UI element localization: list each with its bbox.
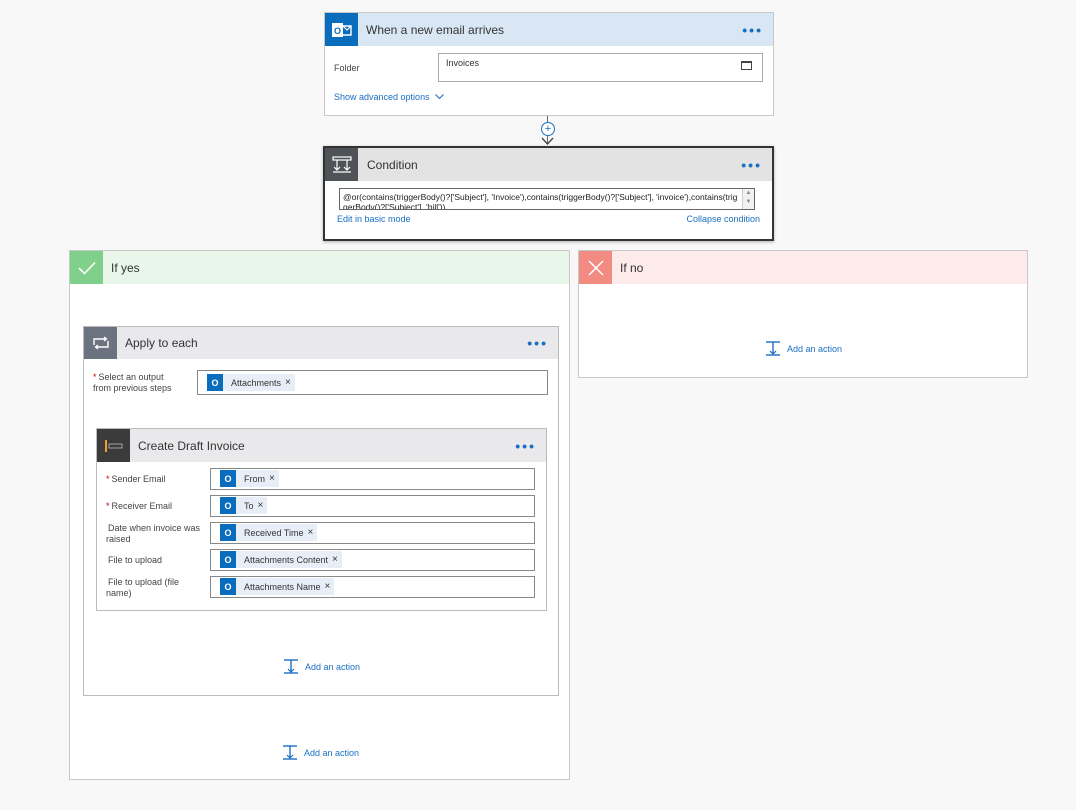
if-yes-branch: If yes Apply to each ••• * Select an outp… (69, 250, 570, 780)
outlook-icon: O (220, 470, 236, 487)
select-output-text: Select an output from previous steps (93, 372, 172, 393)
apply-each-card: Apply to each ••• * Select an output from… (83, 326, 559, 696)
draft-invoice-more-button[interactable]: ••• (515, 438, 536, 454)
token-label: To (244, 500, 254, 511)
folder-value: Invoices (446, 58, 480, 68)
condition-more-button[interactable]: ••• (741, 157, 762, 173)
outlook-icon: O (220, 551, 236, 568)
outlook-icon: O (220, 524, 236, 541)
file-name-field[interactable]: O Attachments Name × (210, 576, 535, 598)
condition-title: Condition (367, 157, 418, 172)
if-no-branch: If no Add an action (578, 250, 1028, 378)
add-action-label: Add an action (787, 343, 843, 354)
outlook-icon: O (220, 578, 236, 595)
token-label: Received Time (244, 527, 304, 538)
file-upload-label: File to upload (106, 555, 206, 566)
field-label: Sender Email (111, 474, 166, 484)
check-icon (70, 251, 103, 284)
required-marker: * (106, 474, 110, 484)
insert-step-button[interactable]: + (541, 122, 555, 136)
file-upload-field[interactable]: O Attachments Content × (210, 549, 535, 571)
apply-each-add-action-button[interactable]: Add an action (283, 659, 360, 674)
add-action-label: Add an action (305, 661, 361, 672)
chevron-down-icon (435, 94, 444, 100)
add-action-icon (766, 341, 780, 356)
to-token[interactable]: O To × (220, 497, 268, 514)
field-label: File to upload (file name) (106, 577, 180, 598)
condition-card: Condition ••• @or(contains(triggerBody()… (323, 146, 774, 241)
cross-icon (579, 251, 612, 284)
attachments-token[interactable]: O Attachments × (207, 374, 295, 391)
if-no-header[interactable]: If no (579, 251, 1027, 284)
loop-icon (84, 327, 117, 359)
if-no-add-action-button[interactable]: Add an action (765, 341, 842, 356)
attachments-content-token[interactable]: O Attachments Content × (220, 551, 342, 568)
edit-basic-mode-link[interactable]: Edit in basic mode (337, 214, 411, 224)
show-advanced-options-link[interactable]: Show advanced options (334, 92, 444, 102)
remove-token-icon[interactable]: × (308, 527, 318, 538)
apply-each-more-button[interactable]: ••• (527, 335, 548, 351)
folder-picker-icon[interactable] (741, 61, 752, 70)
outlook-icon: O (207, 374, 223, 391)
trigger-more-button[interactable]: ••• (742, 22, 763, 38)
token-label: Attachments (231, 377, 282, 388)
received-time-token[interactable]: O Received Time × (220, 524, 318, 541)
field-label: File to upload (108, 555, 163, 565)
condition-expression: @or(contains(triggerBody()?['Subject'], … (343, 192, 738, 210)
select-output-field[interactable]: O Attachments × (197, 370, 548, 395)
receiver-email-label: * Receiver Email (106, 501, 206, 512)
arrow-down-icon (541, 137, 554, 145)
token-label: From (244, 473, 265, 484)
outlook-icon: O (220, 497, 236, 514)
file-name-label: File to upload (file name) (106, 577, 206, 599)
trigger-title: When a new email arrives (366, 22, 505, 37)
folder-field[interactable]: Invoices (438, 53, 763, 82)
remove-token-icon[interactable]: × (269, 473, 279, 484)
folder-label: Folder (334, 63, 360, 73)
trigger-header[interactable]: O When a new email arrives ••• (325, 13, 773, 46)
if-no-title: If no (620, 260, 644, 275)
show-advanced-label: Show advanced options (334, 92, 430, 102)
attachments-name-token[interactable]: O Attachments Name × (220, 578, 335, 595)
draft-invoice-header[interactable]: Create Draft Invoice ••• (97, 429, 546, 462)
condition-expression-input[interactable]: @or(contains(triggerBody()?['Subject'], … (339, 188, 755, 210)
condition-header[interactable]: Condition ••• (325, 148, 772, 181)
receiver-email-field[interactable]: O To × (210, 495, 535, 517)
expression-scrollbar[interactable]: ▲ ▼ (742, 189, 754, 209)
sender-email-label: * Sender Email (106, 474, 206, 485)
token-label: Attachments Name (244, 581, 321, 592)
apply-each-header[interactable]: Apply to each ••• (84, 327, 558, 359)
field-label: Date when invoice was raised (106, 523, 201, 544)
draft-invoice-card: Create Draft Invoice ••• * Sender Email O… (96, 428, 547, 611)
add-action-icon (284, 659, 298, 674)
add-action-label: Add an action (304, 747, 360, 758)
svg-text:O: O (333, 26, 340, 36)
if-yes-header[interactable]: If yes (70, 251, 569, 284)
remove-token-icon[interactable]: × (325, 581, 335, 592)
remove-token-icon[interactable]: × (332, 554, 342, 565)
trigger-card: O When a new email arrives ••• Folder In… (324, 12, 774, 116)
remove-token-icon[interactable]: × (285, 377, 295, 388)
invoice-app-icon (97, 429, 130, 462)
invoice-date-label: Date when invoice was raised (106, 523, 206, 545)
from-token[interactable]: O From × (220, 470, 279, 487)
condition-icon (325, 148, 358, 181)
invoice-date-field[interactable]: O Received Time × (210, 522, 535, 544)
select-output-label: * Select an output from previous steps (93, 372, 183, 394)
if-yes-title: If yes (111, 260, 140, 275)
required-marker: * (106, 501, 110, 511)
apply-each-title: Apply to each (125, 336, 198, 350)
if-yes-add-action-button[interactable]: Add an action (282, 745, 359, 760)
token-label: Attachments Content (244, 554, 329, 565)
sender-email-field[interactable]: O From × (210, 468, 535, 490)
outlook-icon: O (325, 13, 358, 46)
field-label: Receiver Email (111, 501, 173, 511)
collapse-condition-link[interactable]: Collapse condition (686, 214, 760, 224)
draft-invoice-title: Create Draft Invoice (138, 438, 245, 453)
add-action-icon (283, 745, 297, 760)
remove-token-icon[interactable]: × (258, 500, 268, 511)
required-marker: * (93, 372, 97, 382)
